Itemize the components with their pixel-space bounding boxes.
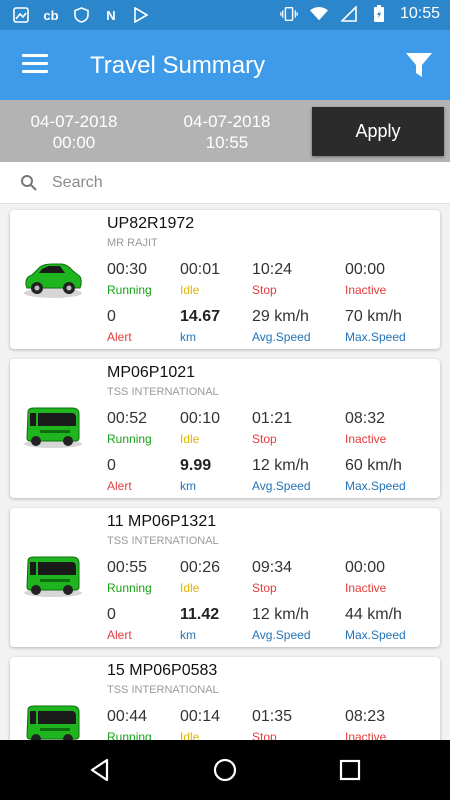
max-speed-label: Max.Speed: [345, 330, 406, 344]
from-time: 00:00: [52, 133, 96, 152]
signal-icon: [340, 5, 358, 23]
stop-stat: 01:21 Stop: [252, 410, 342, 446]
page-title: Travel Summary: [90, 52, 266, 79]
inactive-time: 08:32: [345, 410, 386, 427]
inactive-stat: 00:00 Inactive: [345, 261, 435, 297]
avg-speed: 12 km/h: [252, 457, 309, 474]
bus-icon: [22, 404, 84, 450]
stop-stat: 10:24 Stop: [252, 261, 342, 297]
stop-time: 01:35: [252, 708, 293, 725]
home-icon[interactable]: [210, 755, 240, 785]
inactive-label: Inactive: [345, 581, 387, 595]
avg-speed-stat: 12 km/h Avg.Speed: [252, 457, 342, 493]
n-icon: N: [106, 7, 116, 23]
vehicle-card[interactable]: 11 MP06P1321 TSS INTERNATIONAL 00:55 Runn…: [10, 508, 440, 647]
owner-name: TSS INTERNATIONAL: [107, 535, 219, 547]
inactive-time: 00:00: [345, 261, 386, 278]
avg-speed-label: Avg.Speed: [252, 330, 311, 344]
stop-stat: 01:35 Stop: [252, 708, 342, 740]
vehicle-card[interactable]: MP06P1021 TSS INTERNATIONAL 00:52 Running…: [10, 359, 440, 498]
vehicle-number: 11 MP06P1321: [107, 513, 217, 530]
stop-time: 01:21: [252, 410, 293, 427]
search-icon: [20, 174, 38, 192]
stop-label: Stop: [252, 432, 277, 446]
navigation-bar: [0, 740, 450, 800]
avg-speed-stat: 29 km/h Avg.Speed: [252, 308, 342, 344]
cb-icon: cb: [43, 7, 59, 23]
from-date: 04-07-2018: [30, 112, 118, 131]
vehicle-card[interactable]: 15 MP06P0583 TSS INTERNATIONAL 00:44 Runn…: [10, 657, 440, 740]
inactive-stat: 08:23 Inactive: [345, 708, 435, 740]
search-input[interactable]: [52, 170, 432, 196]
recents-icon[interactable]: [335, 755, 365, 785]
max-speed: 44 km/h: [345, 606, 402, 623]
inactive-time: 00:00: [345, 559, 386, 576]
owner-name: TSS INTERNATIONAL: [107, 386, 219, 398]
car-icon: [22, 255, 84, 301]
inactive-time: 08:23: [345, 708, 386, 725]
bus-icon: [22, 553, 84, 599]
wifi-icon: [309, 5, 328, 23]
date-range-bar: 04-07-2018 00:00 04-07-2018 10:55 Apply: [0, 100, 450, 162]
vehicle-list[interactable]: UP82R1972 MR RAJIT 00:30 Running 00:01 Idl…: [0, 204, 450, 740]
search-bar: [0, 162, 450, 204]
inactive-label: Inactive: [345, 730, 387, 740]
status-bar: cb N 10:55: [0, 0, 450, 30]
system-icons: 10:55: [280, 5, 440, 23]
avg-speed-label: Avg.Speed: [252, 479, 311, 493]
max-speed-stat: 70 km/h Max.Speed: [345, 308, 435, 344]
notification-icons: cb N: [12, 6, 150, 24]
from-date-picker[interactable]: 04-07-2018 00:00: [4, 111, 144, 153]
vibrate-icon: [280, 5, 298, 23]
max-speed-label: Max.Speed: [345, 479, 406, 493]
apply-button[interactable]: Apply: [312, 107, 444, 156]
battery-charging-icon: [370, 5, 388, 23]
app-bar: Travel Summary: [0, 30, 450, 100]
inactive-stat: 00:00 Inactive: [345, 559, 435, 595]
max-speed: 60 km/h: [345, 457, 402, 474]
inactive-stat: 08:32 Inactive: [345, 410, 435, 446]
avg-speed: 12 km/h: [252, 606, 309, 623]
owner-name: MR RAJIT: [107, 237, 158, 249]
vehicle-number: UP82R1972: [107, 215, 195, 232]
avg-speed: 29 km/h: [252, 308, 309, 325]
vehicle-card[interactable]: UP82R1972 MR RAJIT 00:30 Running 00:01 Idl…: [10, 210, 440, 349]
stop-label: Stop: [252, 730, 277, 740]
to-date: 04-07-2018: [183, 112, 271, 131]
stop-time: 09:34: [252, 559, 293, 576]
inactive-label: Inactive: [345, 432, 387, 446]
inactive-label: Inactive: [345, 283, 387, 297]
stop-label: Stop: [252, 581, 277, 595]
to-date-picker[interactable]: 04-07-2018 10:55: [157, 111, 297, 153]
bus-icon: [22, 702, 84, 740]
play-store-icon: [132, 6, 150, 24]
stop-stat: 09:34 Stop: [252, 559, 342, 595]
avg-speed-stat: 12 km/h Avg.Speed: [252, 606, 342, 642]
owner-name: TSS INTERNATIONAL: [107, 684, 219, 696]
max-speed-stat: 60 km/h Max.Speed: [345, 457, 435, 493]
shield-icon: [72, 6, 90, 24]
max-speed-stat: 44 km/h Max.Speed: [345, 606, 435, 642]
gallery-icon: [12, 6, 30, 24]
stop-time: 10:24: [252, 261, 293, 278]
avg-speed-label: Avg.Speed: [252, 628, 311, 642]
filter-icon[interactable]: [404, 50, 434, 80]
vehicle-number: 15 MP06P0583: [107, 662, 218, 679]
menu-icon[interactable]: [22, 54, 48, 76]
stop-label: Stop: [252, 283, 277, 297]
vehicle-number: MP06P1021: [107, 364, 196, 381]
back-icon[interactable]: [85, 755, 115, 785]
max-speed-label: Max.Speed: [345, 628, 406, 642]
clock: 10:55: [399, 5, 440, 22]
max-speed: 70 km/h: [345, 308, 402, 325]
to-time: 10:55: [205, 133, 249, 152]
